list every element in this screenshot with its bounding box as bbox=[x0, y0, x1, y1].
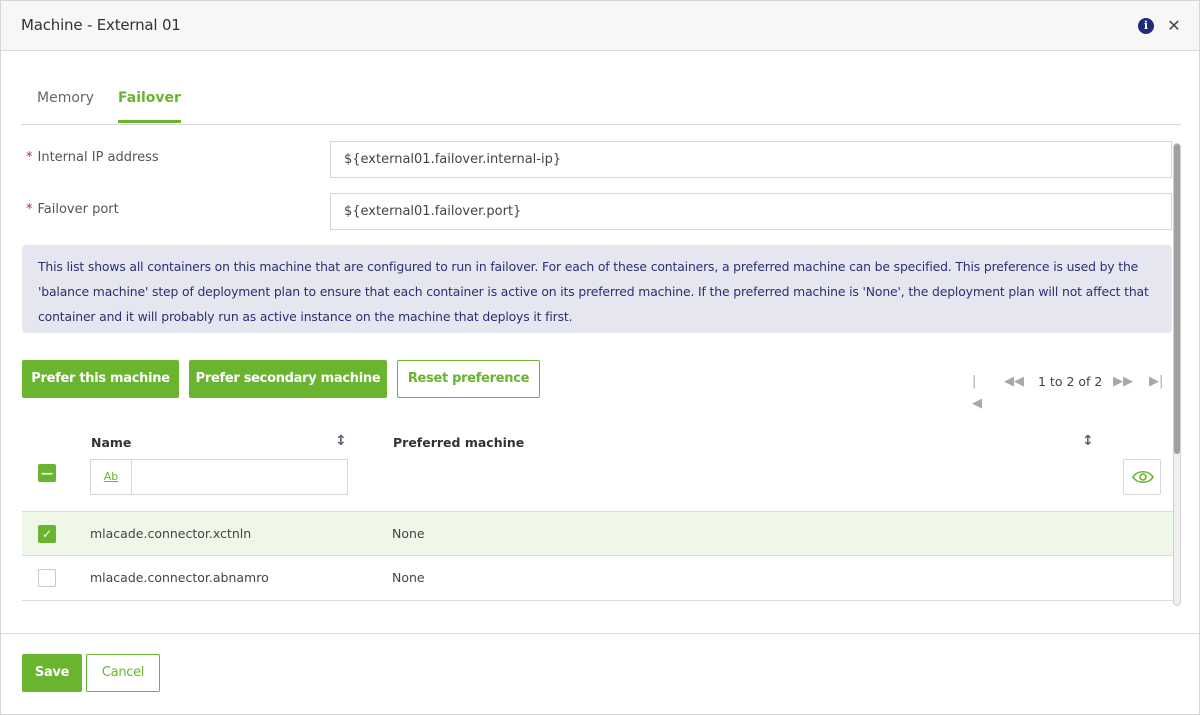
eye-icon bbox=[1132, 470, 1154, 484]
select-all-checkbox[interactable]: — bbox=[38, 464, 56, 482]
required-marker: * bbox=[26, 202, 33, 217]
table-row[interactable]: mlacade.connector.abnamro None bbox=[22, 556, 1173, 601]
cancel-button[interactable]: Cancel bbox=[86, 654, 160, 692]
row-name: mlacade.connector.xctnln bbox=[90, 526, 252, 541]
sort-name-icon[interactable]: ↕ bbox=[335, 433, 347, 449]
dialog-title: Machine - External 01 bbox=[21, 16, 181, 34]
required-marker: * bbox=[26, 150, 33, 165]
dialog-header: Machine - External 01 i ✕ bbox=[1, 1, 1199, 51]
sort-preferred-machine-icon[interactable]: ↕ bbox=[1082, 433, 1094, 449]
close-icon[interactable]: ✕ bbox=[1166, 17, 1182, 35]
column-header-name[interactable]: Name bbox=[91, 435, 131, 450]
row-preferred-machine: None bbox=[392, 526, 425, 541]
reset-preference-button[interactable]: Reset preference bbox=[397, 360, 540, 398]
prefer-this-machine-button[interactable]: Prefer this machine bbox=[22, 360, 179, 398]
prefer-secondary-machine-button[interactable]: Prefer secondary machine bbox=[189, 360, 387, 398]
column-header-preferred-machine[interactable]: Preferred machine bbox=[393, 435, 524, 450]
failover-port-input[interactable] bbox=[330, 193, 1172, 230]
failover-port-label: * Failover port bbox=[26, 202, 119, 217]
row-checkbox[interactable]: ✓ bbox=[38, 525, 56, 543]
save-button[interactable]: Save bbox=[22, 654, 82, 692]
scrollbar-thumb[interactable] bbox=[1174, 144, 1180, 454]
internal-ip-input[interactable] bbox=[330, 141, 1172, 178]
table-row[interactable]: ✓ mlacade.connector.xctnln None bbox=[22, 511, 1173, 556]
column-visibility-button[interactable] bbox=[1123, 459, 1161, 495]
pagination-summary: 1 to 2 of 2 bbox=[1038, 374, 1103, 389]
info-icon[interactable]: i bbox=[1138, 18, 1154, 34]
tab-bar: Memory Failover bbox=[21, 81, 1181, 125]
name-filter-input[interactable] bbox=[133, 460, 347, 494]
first-page-icon[interactable]: |◀ bbox=[972, 371, 982, 415]
row-name: mlacade.connector.abnamro bbox=[90, 570, 269, 585]
internal-ip-label: * Internal IP address bbox=[26, 150, 159, 165]
machine-dialog: Machine - External 01 i ✕ Memory Failove… bbox=[0, 0, 1200, 715]
last-page-icon[interactable]: ▶| bbox=[1149, 371, 1163, 393]
footer-divider bbox=[1, 633, 1199, 634]
tab-memory[interactable]: Memory bbox=[37, 90, 94, 120]
content-scrollbar[interactable] bbox=[1173, 143, 1181, 606]
next-page-icon[interactable]: ▶▶ bbox=[1113, 371, 1133, 393]
previous-page-icon[interactable]: ◀◀ bbox=[1004, 371, 1024, 393]
failover-info-message: This list shows all containers on this m… bbox=[22, 245, 1172, 333]
tab-failover[interactable]: Failover bbox=[118, 90, 181, 123]
name-filter: Ab bbox=[90, 459, 348, 495]
filter-mode-toggle[interactable]: Ab bbox=[91, 460, 132, 494]
row-checkbox[interactable] bbox=[38, 569, 56, 587]
row-preferred-machine: None bbox=[392, 570, 425, 585]
